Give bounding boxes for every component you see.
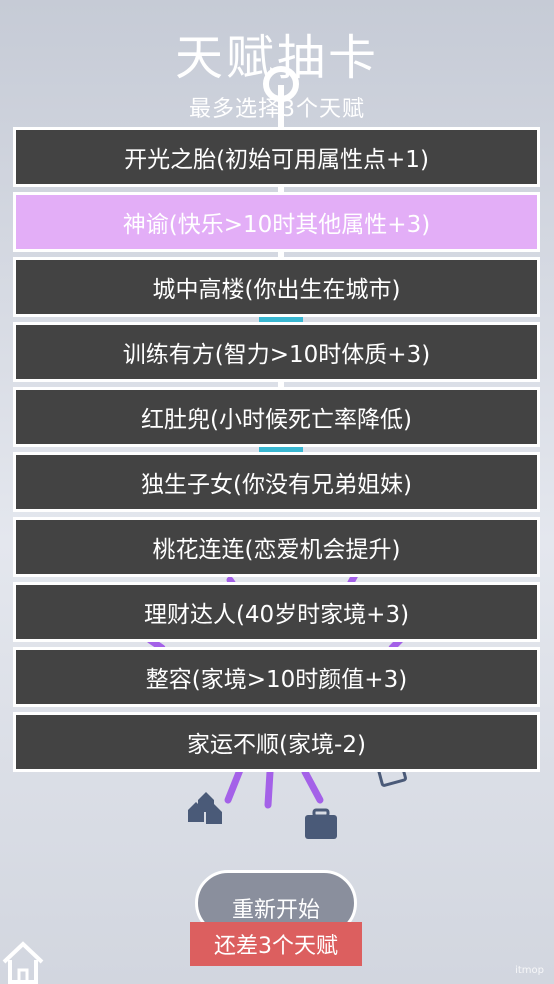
suitcase-icon <box>305 808 337 839</box>
watermark: itmop <box>515 965 544 976</box>
talent-card[interactable]: 独生子女(你没有兄弟姐妹) <box>13 452 540 512</box>
page-title: 天赋抽卡 <box>174 30 379 86</box>
home-icon[interactable] <box>0 938 46 984</box>
talent-card[interactable]: 开光之胎(初始可用属性点+1) <box>13 127 540 187</box>
talent-card[interactable]: 整容(家境>10时颜值+3) <box>13 647 540 707</box>
page-subtitle: 最多选择3个天赋 <box>189 97 365 122</box>
talent-card-selected[interactable]: 神谕(快乐>10时其他属性+3) <box>13 192 540 252</box>
talent-card-list: 开光之胎(初始可用属性点+1) 神谕(快乐>10时其他属性+3) 城中高楼(你出… <box>13 127 540 777</box>
talent-card[interactable]: 家运不顺(家境-2) <box>13 712 540 772</box>
talent-card[interactable]: 城中高楼(你出生在城市) <box>13 257 540 317</box>
talent-card[interactable]: 红肚兜(小时候死亡率降低) <box>13 387 540 447</box>
talent-card[interactable]: 训练有方(智力>10时体质+3) <box>13 322 540 382</box>
remaining-talents-badge: 还差3个天赋 <box>190 922 362 966</box>
talent-card[interactable]: 桃花连连(恋爱机会提升) <box>13 517 540 577</box>
houses-icon <box>188 792 222 824</box>
talent-card[interactable]: 理财达人(40岁时家境+3) <box>13 582 540 642</box>
